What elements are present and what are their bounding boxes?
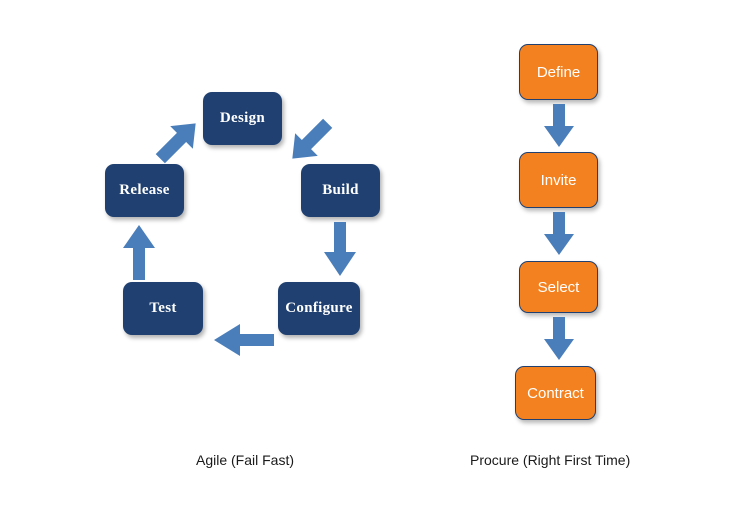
arrow-test-to-release: [121, 222, 157, 280]
node-contract[interactable]: Contract: [515, 366, 596, 420]
node-label: Contract: [527, 384, 584, 402]
caption-agile: Agile (Fail Fast): [196, 452, 295, 468]
node-label: Test: [149, 300, 177, 316]
arrow-configure-to-test: [212, 322, 274, 358]
node-build[interactable]: Build: [301, 164, 380, 217]
node-label: Select: [537, 278, 580, 296]
caption-procure: Procure (Right First Time): [470, 452, 631, 468]
arrow-select-to-contract: [541, 317, 577, 363]
node-label: Define: [536, 63, 581, 81]
node-design[interactable]: Design: [203, 92, 282, 145]
arrow-build-to-configure: [322, 222, 358, 280]
node-label: Invite: [540, 171, 577, 189]
arrow-design-to-build: [279, 110, 341, 172]
node-label: Design: [219, 110, 266, 126]
arrow-define-to-invite: [541, 104, 577, 150]
arrow-invite-to-select: [541, 212, 577, 258]
node-label: Build: [322, 182, 359, 198]
node-label: Configure: [285, 300, 353, 316]
node-select[interactable]: Select: [519, 261, 598, 313]
node-release[interactable]: Release: [105, 164, 184, 217]
node-invite[interactable]: Invite: [519, 152, 598, 208]
node-label: Release: [119, 182, 170, 198]
node-configure[interactable]: Configure: [278, 282, 360, 335]
node-test[interactable]: Test: [123, 282, 203, 335]
diagram-canvas: Design Build Configure Test Release Defi…: [0, 0, 742, 527]
node-define[interactable]: Define: [519, 44, 598, 100]
arrow-release-to-design: [147, 110, 209, 172]
